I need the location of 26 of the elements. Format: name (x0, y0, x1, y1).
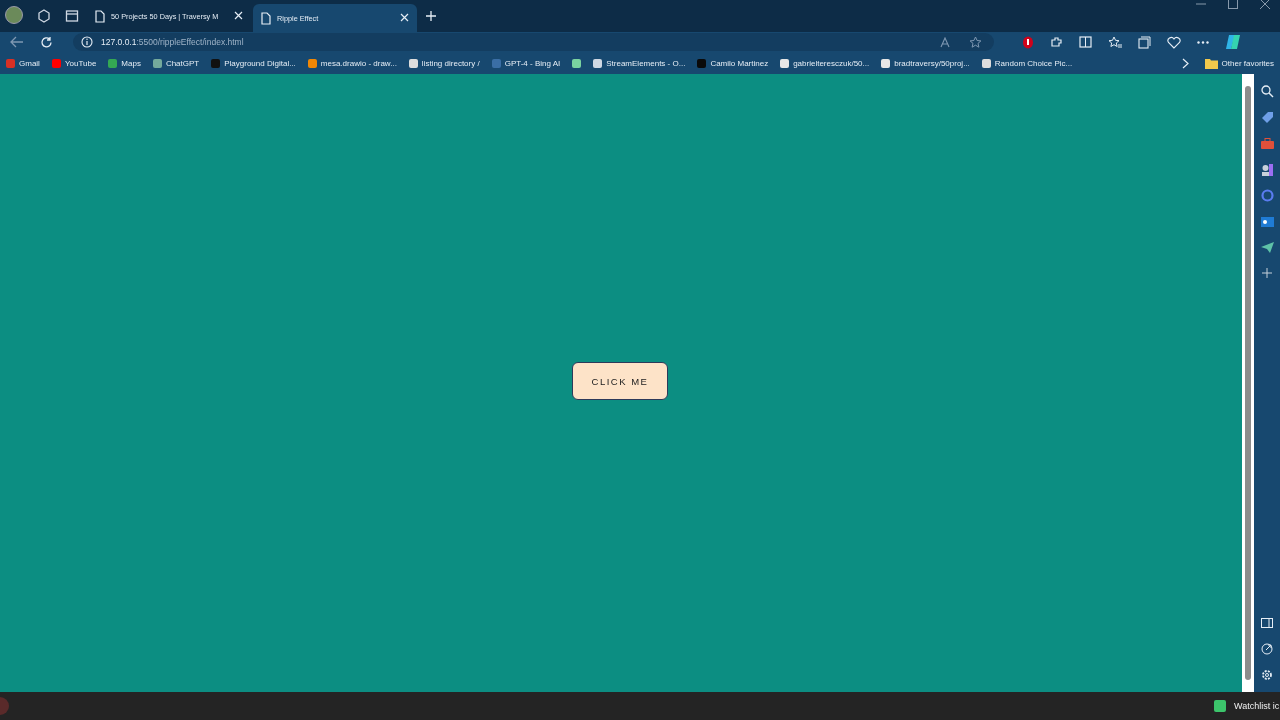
bookmark[interactable]: bradtraversy/50proj... (879, 58, 972, 68)
bookmark[interactable]: gabrielteresczuk/50... (778, 58, 872, 68)
info-icon[interactable] (81, 36, 93, 48)
bookmark[interactable]: Random Choice Pic... (979, 58, 1075, 68)
bookmark[interactable]: Gmail (4, 58, 42, 68)
bookmark[interactable]: Maps (106, 58, 143, 68)
close-icon[interactable] (400, 12, 409, 24)
app-icon (1214, 700, 1226, 712)
url-text: 127.0.0.1:5500/rippleEffect/index.html (101, 37, 244, 47)
click-me-button[interactable]: CLICK ME (572, 362, 668, 400)
bookmark[interactable]: GPT-4 - Bing AI (489, 58, 563, 68)
bookmark[interactable]: YouTube (49, 58, 99, 68)
taskbar-notification[interactable]: Watchlist ic (1214, 700, 1280, 712)
bookmark[interactable]: Playground Digital... (209, 58, 298, 68)
page-icon (95, 9, 105, 23)
bookmark[interactable]: ChatGPT (150, 58, 202, 68)
page-icon (261, 11, 271, 25)
bookmark[interactable]: mesa.drawio - draw... (305, 58, 399, 68)
close-icon[interactable] (234, 10, 243, 22)
folder-icon (1204, 57, 1218, 69)
profile-avatar[interactable] (5, 6, 23, 24)
address-bar[interactable]: 127.0.0.1:5500/rippleEffect/index.html (73, 33, 994, 51)
bookmark[interactable]: listing directory / (406, 58, 482, 68)
other-favorites[interactable]: Other favorites (1202, 57, 1276, 69)
bookmark[interactable]: Camilo Martinez (695, 58, 771, 68)
bookmark[interactable]: StreamElements - O... (591, 58, 688, 68)
